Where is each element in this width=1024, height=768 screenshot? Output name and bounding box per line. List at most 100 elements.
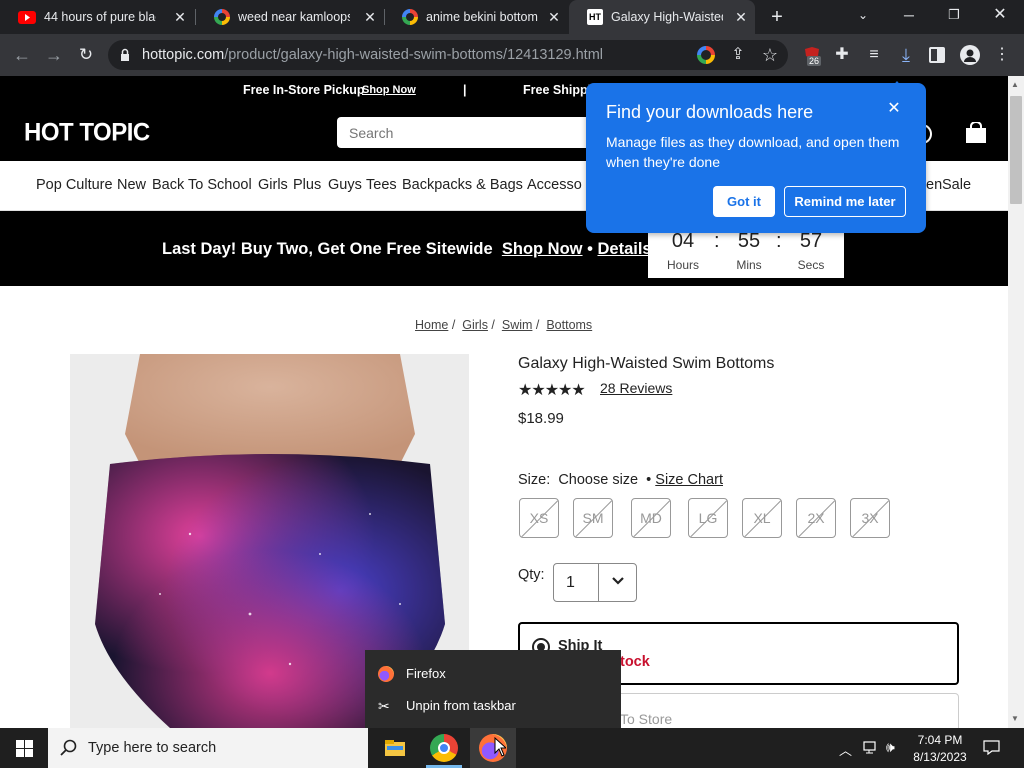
got-it-button[interactable]: Got it (713, 186, 775, 217)
network-icon[interactable] (863, 740, 879, 754)
scroll-down-arrow-icon[interactable]: ▼ (1011, 714, 1019, 723)
reading-list-icon[interactable]: ≡ (864, 45, 884, 65)
tab-hottopic-active[interactable]: HT Galaxy High-Waisted S ✕ (569, 0, 755, 34)
mouse-cursor-icon (494, 736, 508, 757)
hottopic-icon: HT (587, 9, 603, 25)
site-search-input[interactable]: Search (337, 117, 587, 148)
reviews-link[interactable]: 28 Reviews (600, 380, 672, 396)
profile-avatar-icon[interactable] (960, 45, 980, 65)
jump-item-firefox[interactable]: Firefox (406, 666, 446, 681)
breadcrumb: Home / Girls / Swim / Bottoms (415, 318, 593, 332)
downloads-bubble-title: Find your downloads here (606, 102, 814, 122)
nav-item-sale[interactable]: Sale (942, 177, 971, 193)
window-close-icon[interactable]: ✕ (990, 5, 1010, 25)
restore-icon[interactable]: ❐ (944, 5, 964, 25)
banner-details-link[interactable]: Details (597, 240, 651, 258)
banner-headline: Last Day! Buy Two, Get One Free Sitewide (162, 240, 493, 258)
nav-item-tees[interactable]: Tees (366, 177, 397, 193)
scroll-up-arrow-icon[interactable]: ▲ (1011, 80, 1019, 89)
nav-item-partial[interactable]: en (926, 177, 942, 193)
chrome-taskbar-icon[interactable] (430, 734, 458, 762)
size-option-lg[interactable]: LG (688, 498, 728, 538)
breadcrumb-girls[interactable]: Girls (462, 318, 488, 332)
promo-separator: | (463, 83, 467, 97)
close-icon[interactable]: ✕ (362, 9, 378, 25)
promo-free-shipping: Free Shippi (523, 83, 592, 97)
size-option-xl[interactable]: XL (742, 498, 782, 538)
taskbar-clock[interactable]: 7:04 PM 8/13/2023 (906, 732, 974, 766)
nav-item-new[interactable]: New (117, 177, 146, 193)
size-option-sm[interactable]: SM (573, 498, 613, 538)
nav-item-back-to-school[interactable]: Back To School (152, 177, 252, 193)
download-icon[interactable]: ⤓ (896, 45, 916, 65)
jump-item-unpin[interactable]: Unpin from taskbar (406, 698, 516, 713)
close-icon[interactable]: ✕ (885, 100, 903, 118)
breadcrumb-swim[interactable]: Swim (502, 318, 533, 332)
side-panel-icon[interactable] (929, 47, 945, 63)
google-icon (214, 9, 230, 25)
qty-label: Qty: (518, 567, 545, 583)
remind-later-button[interactable]: Remind me later (784, 186, 906, 217)
nav-item-pop-culture[interactable]: Pop Culture (36, 177, 113, 193)
clock-date: 8/13/2023 (913, 750, 967, 764)
nav-item-girls[interactable]: Girls (258, 177, 288, 193)
shopping-bag-icon[interactable] (965, 121, 987, 144)
chevron-up-icon[interactable]: ︿ (839, 740, 852, 759)
new-tab-button[interactable]: + (766, 6, 788, 28)
timer-hours-label: Hours (666, 258, 699, 272)
unpin-icon: ✂ (378, 698, 390, 714)
share-icon[interactable]: ⇪ (728, 45, 748, 65)
volume-icon[interactable]: 🕪 (886, 739, 895, 756)
minimize-icon[interactable]: ─ (899, 5, 919, 25)
forward-arrow-icon[interactable]: → (44, 45, 64, 65)
qty-value: 1 (566, 574, 575, 591)
breadcrumb-home[interactable]: Home (415, 318, 448, 332)
tab-search-chevron-icon[interactable]: ⌄ (853, 5, 873, 25)
reload-icon[interactable]: ↻ (76, 45, 96, 65)
search-icon (60, 739, 78, 757)
notifications-icon[interactable] (983, 740, 1000, 756)
timer-colon: : (714, 230, 720, 252)
nav-item-plus[interactable]: Plus (293, 177, 321, 193)
nav-item-guys[interactable]: Guys (328, 177, 362, 193)
promo-shop-now-link[interactable]: Shop Now (362, 84, 416, 96)
bookmark-star-icon[interactable]: ☆ (760, 45, 780, 65)
nav-item-backpacks-bags[interactable]: Backpacks & Bags (402, 177, 523, 193)
scrollbar-thumb[interactable] (1010, 96, 1022, 204)
nav-item-accessories[interactable]: Accesso (527, 177, 582, 193)
close-icon[interactable]: ✕ (546, 9, 562, 25)
close-icon[interactable]: ✕ (172, 9, 188, 25)
extension-badge: 26 (807, 56, 822, 66)
banner-shop-now-link[interactable]: Shop Now (502, 240, 583, 258)
page-scrollbar[interactable]: ▲ ▼ (1008, 76, 1024, 728)
size-label: Size: (518, 472, 551, 488)
menu-kebab-icon[interactable]: ⋮ (992, 45, 1012, 65)
site-logo[interactable]: HOT TOPIC (24, 118, 150, 147)
file-explorer-icon[interactable] (381, 734, 409, 762)
ublock-extension-icon[interactable]: 26 (803, 46, 822, 66)
tab-title: anime bekini bottom - (426, 10, 538, 24)
size-option-md[interactable]: MD (631, 498, 671, 538)
tab-youtube[interactable]: 44 hours of pure black ✕ (0, 0, 194, 34)
url-path: /product/galaxy-high-waisted-swim-bottom… (224, 47, 604, 63)
extensions-puzzle-icon[interactable]: ✚ (832, 45, 852, 65)
pickup-label: To Store (620, 711, 673, 727)
back-arrow-icon[interactable]: ← (12, 45, 32, 65)
size-option-xs[interactable]: XS (519, 498, 559, 538)
tab-google-weed[interactable]: weed near kamloops b ✕ (196, 0, 384, 34)
close-icon[interactable]: ✕ (733, 9, 749, 25)
chevron-down-icon[interactable] (610, 573, 626, 589)
google-lens-icon[interactable] (697, 46, 715, 64)
windows-start-icon[interactable] (16, 740, 33, 757)
tab-google-anime[interactable]: anime bekini bottom - ✕ (384, 0, 568, 34)
promo-text: Free In-Store Pickup (243, 83, 365, 97)
size-choose-text: Choose size (558, 472, 639, 488)
size-chart-link[interactable]: Size Chart (655, 472, 723, 488)
lock-icon[interactable] (120, 48, 130, 62)
google-icon (402, 9, 418, 25)
breadcrumb-bottoms[interactable]: Bottoms (546, 318, 592, 332)
size-option-2x[interactable]: 2X (796, 498, 836, 538)
url-text[interactable]: hottopic.com/product/galaxy-high-waisted… (142, 47, 603, 63)
size-option-3x[interactable]: 3X (850, 498, 890, 538)
clock-time: 7:04 PM (917, 733, 963, 747)
